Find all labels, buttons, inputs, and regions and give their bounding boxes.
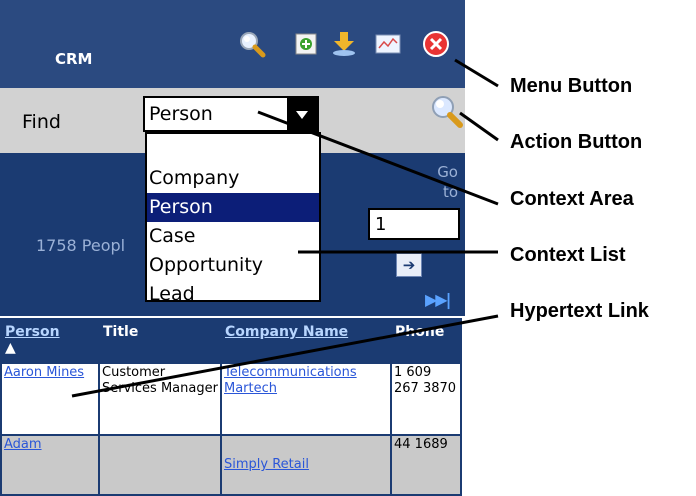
callout-context-area: Context Area: [510, 188, 634, 210]
callout-menu-button: Menu Button: [510, 75, 633, 97]
callout-action-button: Action Button: [510, 131, 643, 153]
callout-hypertext-link: Hypertext Link: [510, 300, 649, 322]
callout-context-list: Context List: [510, 244, 626, 266]
